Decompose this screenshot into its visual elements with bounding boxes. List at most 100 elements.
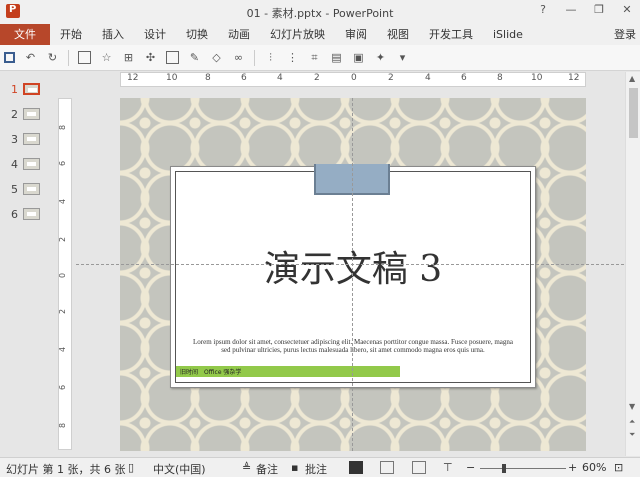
text-box-icon[interactable] xyxy=(166,51,179,64)
toolbar-divider xyxy=(68,49,69,66)
comments-button[interactable]: 批注 xyxy=(305,461,327,477)
tab-islide[interactable]: iSlide xyxy=(483,24,533,45)
footer-left-text: 旧时间 xyxy=(180,369,199,376)
zoom-slider-thumb[interactable] xyxy=(501,464,506,473)
distribute-icon[interactable]: ⋮ xyxy=(286,51,299,64)
horizontal-ruler: 12 10 8 6 4 2 0 2 4 6 8 10 12 xyxy=(120,72,586,87)
save-icon[interactable] xyxy=(4,52,15,63)
vertical-guide[interactable] xyxy=(352,98,353,451)
link-icon[interactable]: ∞ xyxy=(232,51,245,64)
redo-icon[interactable]: ↻ xyxy=(46,51,59,64)
star-icon[interactable]: ☆ xyxy=(100,51,113,64)
close-button[interactable]: ✕ xyxy=(620,3,634,16)
tab-view[interactable]: 视图 xyxy=(377,24,419,45)
help-button[interactable]: ? xyxy=(536,3,550,16)
move-icon[interactable]: ✣ xyxy=(144,51,157,64)
ruler-tick: 8 xyxy=(205,73,211,83)
ruler-tick: 10 xyxy=(166,73,178,83)
notes-icon[interactable]: ≜ xyxy=(242,461,251,474)
slide-title[interactable]: 演示文稿 3 xyxy=(170,240,536,292)
ruler-tick: 8 xyxy=(497,73,503,83)
slide-body-text[interactable]: Lorem ipsum dolor sit amet, consectetuer… xyxy=(188,338,518,354)
slide-layout-icon[interactable] xyxy=(78,51,91,64)
vertical-scrollbar[interactable]: ▲ ▼ ⏶ ⏷ xyxy=(625,72,640,456)
zoom-level[interactable]: 60% xyxy=(582,461,606,474)
tab-home[interactable]: 开始 xyxy=(50,24,92,45)
ruler-tick: 0 xyxy=(58,272,68,279)
tab-design[interactable]: 设计 xyxy=(134,24,176,45)
language-status[interactable]: 中文(中国) xyxy=(153,461,206,477)
slide-thumbnail[interactable]: 2 xyxy=(8,107,48,123)
slide-thumbnail-preview xyxy=(23,83,40,95)
ribbon-tabs: 文件 开始 插入 设计 切换 动画 幻灯片放映 审阅 视图 开发工具 iSlid… xyxy=(0,24,640,45)
slide-thumbnail[interactable]: 4 xyxy=(8,157,48,173)
zoom-slider[interactable] xyxy=(480,464,566,473)
slide[interactable]: 演示文稿 3 Lorem ipsum dolor sit amet, conse… xyxy=(120,98,586,451)
slide-thumbnails-pane: 1 2 3 4 5 6 xyxy=(0,72,48,456)
slide-thumbnail[interactable]: 6 xyxy=(8,207,48,223)
tab-insert[interactable]: 插入 xyxy=(92,24,134,45)
tab-developer[interactable]: 开发工具 xyxy=(419,24,483,45)
reading-view-button[interactable] xyxy=(412,461,426,474)
group-icon[interactable]: ▣ xyxy=(352,51,365,64)
previous-slide-icon[interactable]: ⏶ xyxy=(629,417,635,427)
tab-review[interactable]: 审阅 xyxy=(335,24,377,45)
slide-editing-area[interactable]: 演示文稿 3 Lorem ipsum dolor sit amet, conse… xyxy=(76,88,624,456)
slide-thumbnail-preview xyxy=(23,208,40,220)
scroll-thumb[interactable] xyxy=(629,88,638,138)
ruler-tick: 10 xyxy=(531,73,543,83)
ruler-tick: 6 xyxy=(58,384,68,391)
quick-toolbar: ↶ ↻ ☆ ⊞ ✣ ✎ ◇ ∞ ⫶ ⋮ ⌗ ▤ ▣ ✦ ▾ xyxy=(0,45,640,71)
tab-slideshow[interactable]: 幻灯片放映 xyxy=(260,24,335,45)
slide-number: 1 xyxy=(11,83,18,96)
tab-transitions[interactable]: 切换 xyxy=(176,24,218,45)
spellcheck-icon[interactable]: ▯ xyxy=(128,461,134,474)
undo-icon[interactable]: ↶ xyxy=(24,51,37,64)
arrange-icon[interactable]: ▤ xyxy=(330,51,343,64)
zoom-out-button[interactable]: − xyxy=(466,461,475,474)
shapes-icon[interactable]: ◇ xyxy=(210,51,223,64)
scroll-down-icon[interactable]: ▼ xyxy=(629,402,635,411)
ruler-tick: 8 xyxy=(58,124,68,131)
slide-number: 2 xyxy=(11,108,18,121)
effects-icon[interactable]: ✦ xyxy=(374,51,387,64)
format-painter-icon[interactable]: ✎ xyxy=(188,51,201,64)
ruler-tick: 2 xyxy=(314,73,320,83)
next-slide-icon[interactable]: ⏷ xyxy=(629,430,635,440)
align-icon[interactable]: ⫶ xyxy=(264,51,277,64)
slide-thumbnail-preview xyxy=(23,133,40,145)
fit-slide-icon[interactable]: ⊡ xyxy=(614,461,623,474)
tab-animations[interactable]: 动画 xyxy=(218,24,260,45)
zoom-in-button[interactable]: + xyxy=(568,461,577,474)
crop-icon[interactable]: ⌗ xyxy=(308,51,321,64)
window-controls: ? — ❐ ✕ xyxy=(536,3,634,16)
scroll-up-icon[interactable]: ▲ xyxy=(629,74,635,83)
slide-thumbnail[interactable]: 1 xyxy=(8,82,48,98)
notes-button[interactable]: 备注 xyxy=(256,461,278,477)
slide-thumbnail[interactable]: 5 xyxy=(8,182,48,198)
restore-button[interactable]: ❐ xyxy=(592,3,606,16)
slideshow-icon[interactable]: ⊤ xyxy=(443,461,453,474)
comments-icon[interactable]: ▪ xyxy=(291,461,298,474)
horizontal-guide[interactable] xyxy=(76,264,624,265)
normal-view-button[interactable] xyxy=(349,461,363,474)
grid-icon[interactable]: ⊞ xyxy=(122,51,135,64)
more-icon[interactable]: ▾ xyxy=(396,51,409,64)
slide-number: 3 xyxy=(11,133,18,146)
slide-sorter-view-button[interactable] xyxy=(380,461,394,474)
slide-thumbnail-preview xyxy=(23,183,40,195)
ruler-tick: 6 xyxy=(461,73,467,83)
minimize-button[interactable]: — xyxy=(564,3,578,16)
footer-right-text: Office 强杂学 xyxy=(204,369,242,376)
slide-thumbnail[interactable]: 3 xyxy=(8,132,48,148)
slide-number: 4 xyxy=(11,158,18,171)
ruler-tick: 0 xyxy=(351,73,357,83)
ruler-tick: 4 xyxy=(425,73,431,83)
login-link[interactable]: 登录 xyxy=(614,24,636,45)
ruler-tick: 2 xyxy=(58,308,68,315)
tab-file[interactable]: 文件 xyxy=(0,24,50,45)
ruler-tick: 12 xyxy=(568,73,580,83)
footer-bar: 旧时间 Office 强杂学 xyxy=(176,366,400,377)
ruler-tick: 6 xyxy=(241,73,247,83)
ruler-tick: 4 xyxy=(58,198,68,205)
